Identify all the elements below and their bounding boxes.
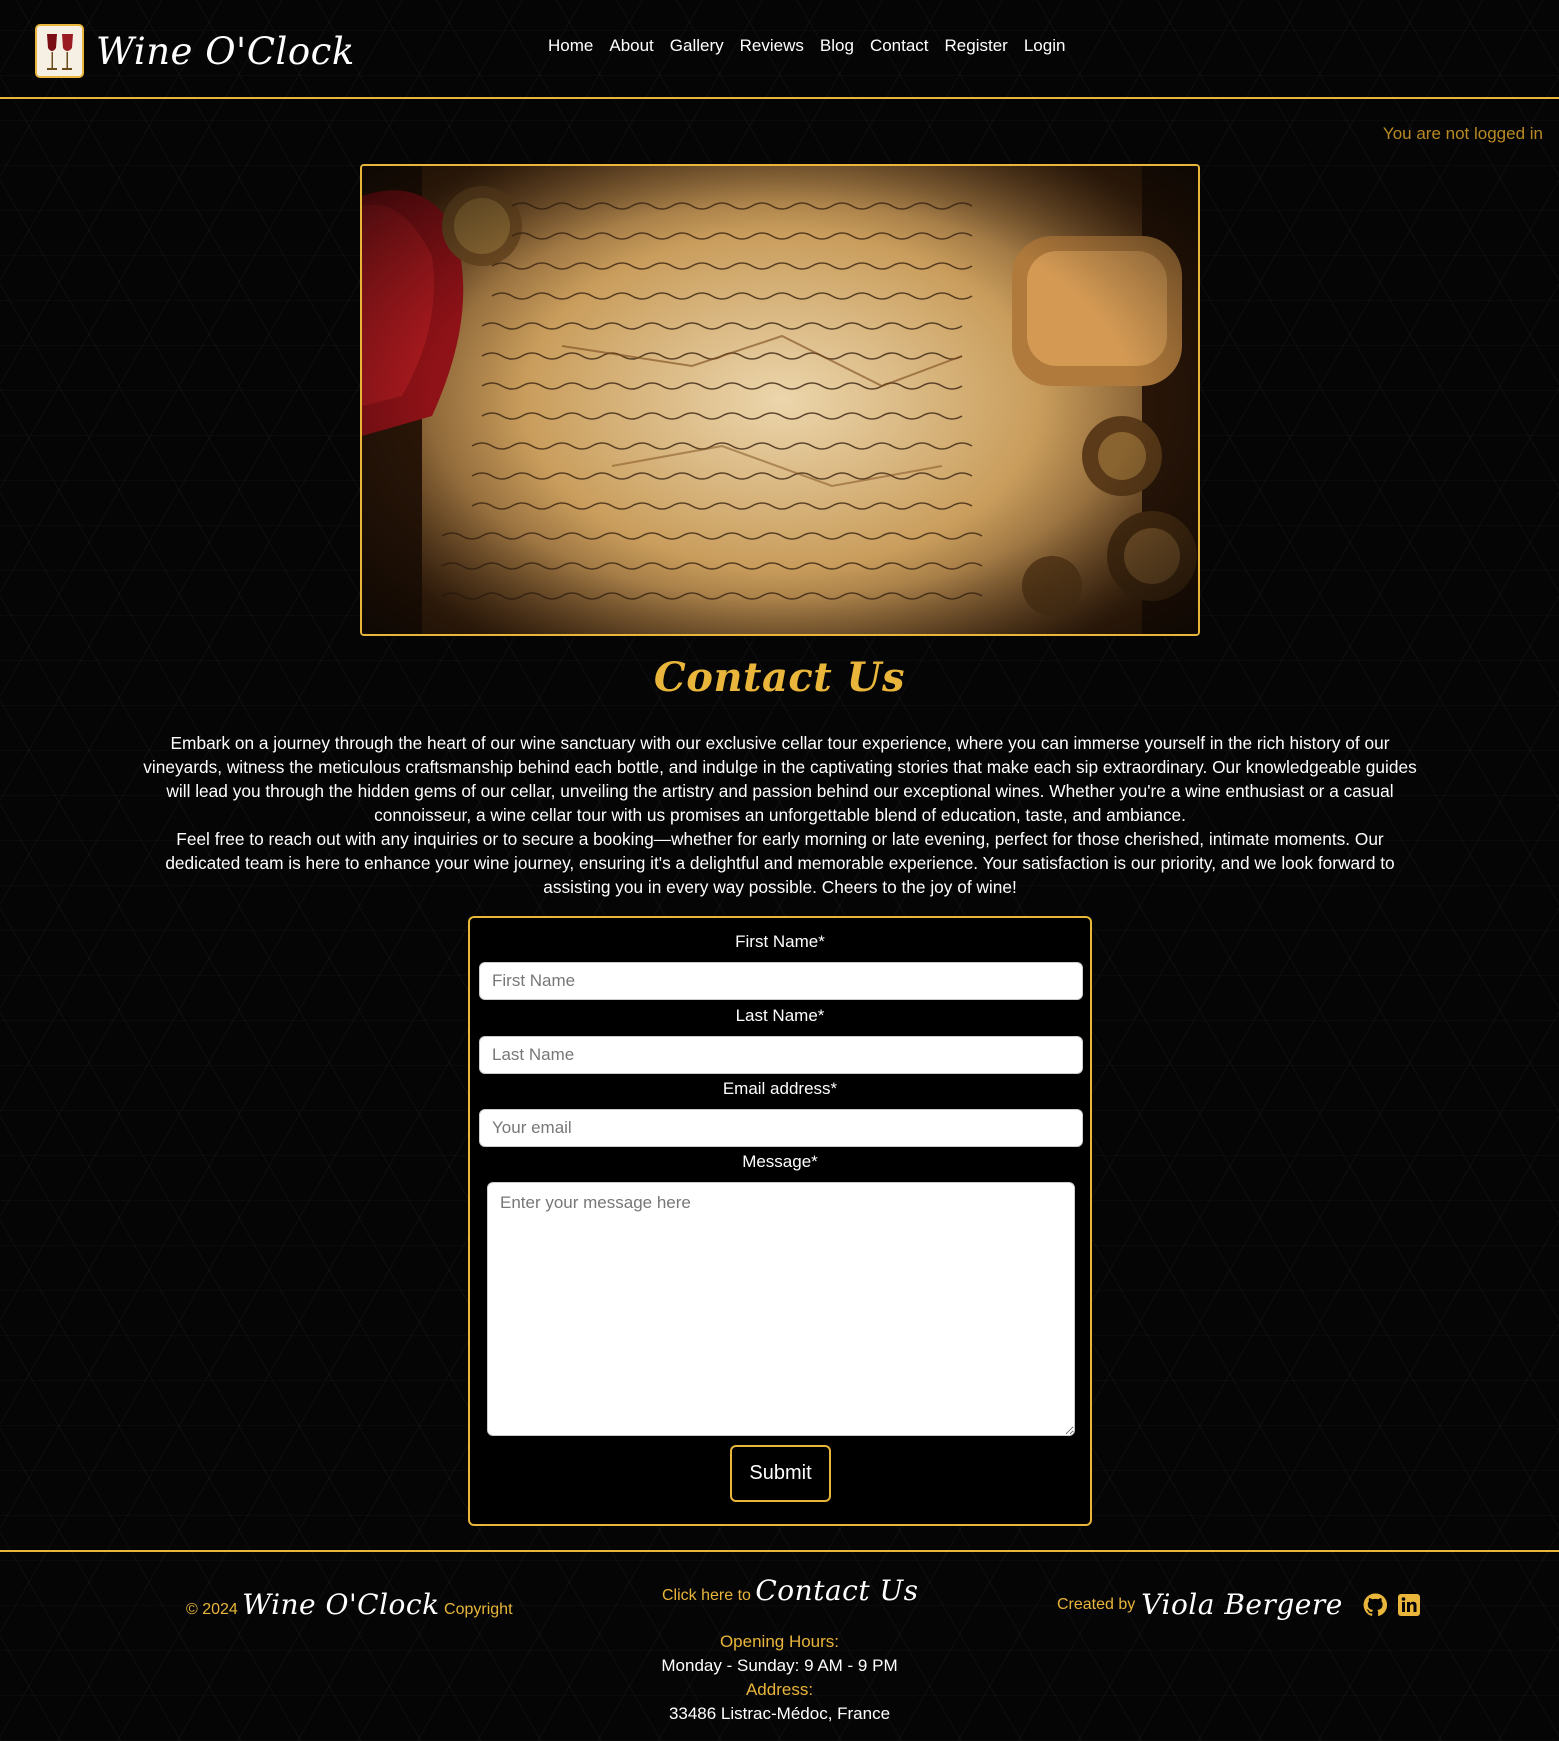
- github-icon[interactable]: [1363, 1592, 1387, 1617]
- copyright-suffix: Copyright: [444, 1601, 513, 1618]
- created-prefix: Created by: [1057, 1595, 1136, 1613]
- address-label: Address:: [745, 1680, 814, 1699]
- email-label: Email address*: [722, 1079, 838, 1098]
- address-value: 33486 Listrac-Médoc, France: [668, 1704, 891, 1723]
- hours-label: Opening Hours:: [719, 1632, 840, 1651]
- intro-paragraph-2: Feel free to reach out with any inquirie…: [165, 829, 1395, 897]
- contact-form: First Name* Last Name* Email address* Me…: [468, 916, 1092, 1526]
- site-header: Wine O'Clock Home About Gallery Reviews …: [0, 0, 1559, 99]
- footer-contact-link[interactable]: Contact Us: [755, 1574, 918, 1607]
- nav-home[interactable]: Home: [540, 36, 601, 56]
- page-title: Contact Us: [653, 654, 906, 701]
- nav-login[interactable]: Login: [1016, 36, 1074, 56]
- first-name-label: First Name*: [735, 932, 825, 951]
- first-name-field[interactable]: [479, 962, 1083, 1000]
- main-nav: Home About Gallery Reviews Blog Contact …: [540, 36, 1073, 56]
- last-name-label: Last Name*: [735, 1006, 825, 1025]
- footer-created-by: Created by Viola Bergere: [1057, 1588, 1421, 1621]
- login-status: You are not logged in: [1382, 124, 1543, 143]
- site-footer: © 2024 Wine O'Clock Copyright Click here…: [0, 1550, 1559, 1741]
- linkedin-icon[interactable]: [1397, 1593, 1421, 1617]
- footer-info: Opening Hours: Monday - Sunday: 9 AM - 9…: [0, 1630, 1559, 1726]
- nav-reviews[interactable]: Reviews: [732, 36, 812, 56]
- last-name-field[interactable]: [479, 1036, 1083, 1074]
- message-field[interactable]: [487, 1182, 1075, 1436]
- nav-contact[interactable]: Contact: [862, 36, 937, 56]
- nav-blog[interactable]: Blog: [812, 36, 862, 56]
- footer-contact: Click here to Contact Us: [662, 1574, 918, 1607]
- brand[interactable]: Wine O'Clock: [35, 24, 355, 78]
- hero-image-old-parchment: [360, 164, 1200, 636]
- email-field[interactable]: [479, 1109, 1083, 1147]
- nav-gallery[interactable]: Gallery: [662, 36, 732, 56]
- intro-paragraph-1: Embark on a journey through the heart of…: [143, 733, 1417, 825]
- copyright-prefix: © 2024: [186, 1601, 238, 1618]
- submit-button[interactable]: Submit: [730, 1445, 831, 1502]
- nav-about[interactable]: About: [601, 36, 661, 56]
- brand-name[interactable]: Wine O'Clock: [96, 30, 355, 73]
- footer-copyright: © 2024 Wine O'Clock Copyright: [186, 1588, 513, 1621]
- nav-register[interactable]: Register: [937, 36, 1016, 56]
- copyright-brand: Wine O'Clock: [242, 1588, 440, 1621]
- intro-text: Embark on a journey through the heart of…: [140, 731, 1420, 899]
- hours-value: Monday - Sunday: 9 AM - 9 PM: [661, 1656, 898, 1675]
- message-label: Message*: [742, 1152, 818, 1171]
- creator-name: Viola Bergere: [1141, 1588, 1343, 1621]
- wine-glass-logo-icon[interactable]: [35, 24, 84, 78]
- contact-prefix: Click here to: [662, 1587, 751, 1604]
